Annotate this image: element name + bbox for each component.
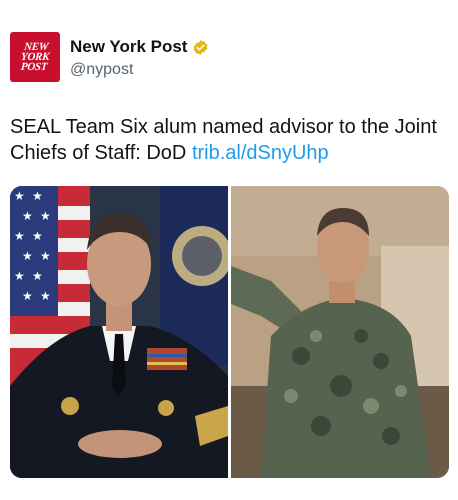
svg-text:★: ★ xyxy=(14,229,25,243)
svg-text:★: ★ xyxy=(22,249,33,263)
photo-admiral-dress-uniform[interactable]: ★ ★ ★ ★ ★ ★ ★ ★ ★ ★ ★ ★ xyxy=(10,186,228,478)
svg-text:★: ★ xyxy=(40,209,51,223)
account-handle[interactable]: @nypost xyxy=(70,61,133,79)
verified-badge-icon xyxy=(192,39,209,56)
media-grid[interactable]: ★ ★ ★ ★ ★ ★ ★ ★ ★ ★ ★ ★ xyxy=(10,186,449,478)
photo-officer-camouflage[interactable] xyxy=(231,186,449,478)
tweet-link[interactable]: trib.al/dSnyUhp xyxy=(192,142,329,164)
svg-text:★: ★ xyxy=(14,189,25,203)
tweet-text: SEAL Team Six alum named advisor to the … xyxy=(10,114,440,166)
svg-text:★: ★ xyxy=(22,209,33,223)
display-name[interactable]: New York Post xyxy=(70,37,187,57)
svg-text:★: ★ xyxy=(40,249,51,263)
nypost-logo-text: NEW YORK POST xyxy=(20,41,50,73)
svg-text:★: ★ xyxy=(40,289,51,303)
svg-text:★: ★ xyxy=(14,269,25,283)
avatar[interactable]: NEW YORK POST xyxy=(10,32,60,82)
svg-text:★: ★ xyxy=(22,289,33,303)
svg-text:★: ★ xyxy=(32,189,43,203)
account-name-row: New York Post xyxy=(70,37,209,57)
svg-text:★: ★ xyxy=(32,229,43,243)
svg-text:★: ★ xyxy=(32,269,43,283)
